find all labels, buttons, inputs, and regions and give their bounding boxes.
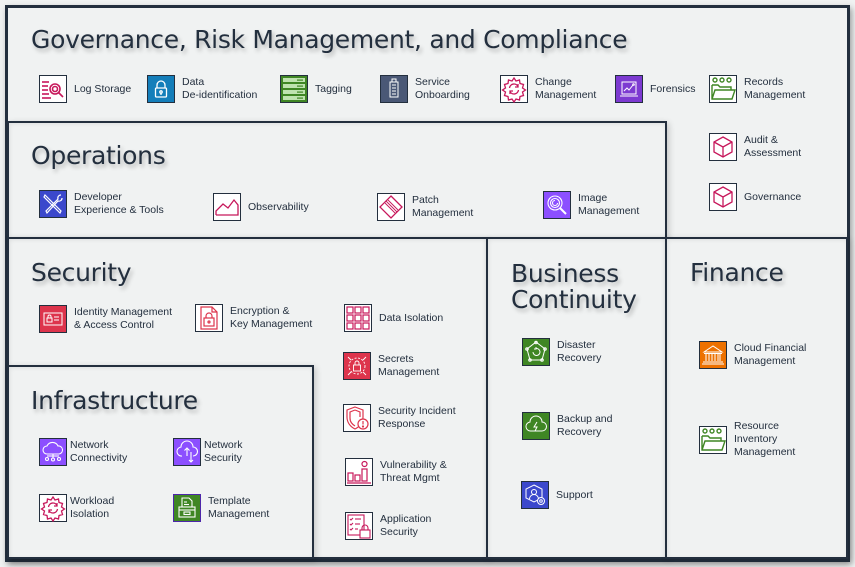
cloud-bolt-icon bbox=[522, 412, 550, 440]
governance-item-governance[interactable]: Governance bbox=[709, 183, 801, 211]
governance-item-service-onboarding[interactable]: Service Onboarding bbox=[380, 75, 470, 103]
infrastructure-item-network-security[interactable]: Network Security bbox=[173, 438, 243, 466]
item-label: Forensics bbox=[650, 82, 696, 95]
shield-alert-icon bbox=[343, 404, 371, 432]
item-label: Security Incident Response bbox=[378, 405, 456, 430]
patch-icon bbox=[377, 193, 405, 221]
infrastructure-item-workload-isolation[interactable]: Workload Isolation bbox=[39, 494, 114, 522]
infrastructure-title: Infrastructure bbox=[31, 386, 198, 415]
cloud-network-icon bbox=[39, 438, 67, 466]
item-label: Patch Management bbox=[412, 194, 474, 219]
id-card-icon bbox=[39, 305, 67, 333]
operations-item-image-management[interactable]: Image Management bbox=[543, 191, 639, 219]
folder-icon bbox=[699, 425, 727, 454]
grid-icon bbox=[344, 304, 372, 332]
item-label: Network Connectivity bbox=[70, 439, 128, 464]
lock-icon bbox=[147, 75, 175, 103]
item-label: Audit & Assessment bbox=[744, 134, 802, 159]
secrets-lock-icon bbox=[343, 352, 371, 380]
business-continuity-title: Business Continuity bbox=[511, 259, 637, 315]
item-label: Identity Management & Access Control bbox=[74, 306, 173, 331]
business-continuity-item-support[interactable]: Support bbox=[521, 481, 593, 509]
operations-item-patch-management[interactable]: Patch Management bbox=[377, 193, 473, 221]
governance-item-change-management[interactable]: Change Management bbox=[500, 75, 596, 103]
item-label: Developer Experience & Tools bbox=[74, 191, 164, 216]
governance-item-data-de-identification[interactable]: Data De-identification bbox=[147, 75, 257, 103]
cube-icon bbox=[709, 183, 737, 211]
security-item-security-incident-response[interactable]: Security Incident Response bbox=[343, 404, 456, 432]
folder-icon bbox=[709, 75, 737, 103]
item-label: Records Management bbox=[744, 76, 806, 101]
tools-icon bbox=[39, 190, 67, 218]
item-label: Service Onboarding bbox=[415, 76, 470, 101]
bank-icon bbox=[699, 341, 727, 369]
log-storage-icon bbox=[39, 75, 67, 103]
item-label: Support bbox=[556, 488, 593, 501]
governance-item-log-storage[interactable]: Log Storage bbox=[39, 75, 131, 103]
line-chart-icon bbox=[213, 193, 241, 221]
item-label: Image Management bbox=[578, 192, 640, 217]
governance-item-audit-assessment[interactable]: Audit & Assessment bbox=[709, 133, 801, 161]
item-label: Change Management bbox=[535, 76, 597, 101]
item-label: Vulnerability & Threat Mgmt bbox=[380, 459, 447, 484]
security-item-secrets-management[interactable]: Secrets Management bbox=[343, 352, 439, 380]
item-label: Workload Isolation bbox=[70, 495, 115, 520]
item-label: Template Management bbox=[208, 495, 270, 520]
item-label: Data Isolation bbox=[379, 311, 444, 324]
gear-refresh-icon bbox=[39, 494, 67, 522]
bar-chart-icon bbox=[345, 458, 373, 486]
item-label: Disaster Recovery bbox=[557, 339, 602, 364]
gear-refresh-icon bbox=[500, 75, 528, 103]
item-label: Data De-identification bbox=[182, 76, 258, 101]
governance-item-forensics[interactable]: Forensics bbox=[615, 75, 696, 103]
item-label: Observability bbox=[248, 200, 309, 213]
recovery-icon bbox=[522, 338, 550, 366]
operations-title: Operations bbox=[31, 141, 166, 170]
operations-item-developer-experience[interactable]: Developer Experience & Tools bbox=[39, 190, 164, 218]
item-label: Application Security bbox=[380, 513, 432, 538]
item-label: Cloud Financial Management bbox=[734, 342, 807, 367]
item-label: Network Security bbox=[204, 439, 243, 464]
governance-item-records-management[interactable]: Records Management bbox=[709, 75, 805, 103]
security-item-encryption[interactable]: Encryption & Key Management bbox=[195, 304, 312, 332]
operations-section bbox=[7, 121, 667, 239]
item-label: Backup and Recovery bbox=[557, 413, 613, 438]
checklist-lock-icon bbox=[345, 512, 373, 540]
business-continuity-item-backup-recovery[interactable]: Backup and Recovery bbox=[522, 412, 612, 440]
item-label: Governance bbox=[744, 190, 802, 203]
security-title: Security bbox=[31, 258, 132, 287]
security-item-data-isolation[interactable]: Data Isolation bbox=[344, 304, 443, 332]
infrastructure-item-template-management[interactable]: Template Management bbox=[173, 494, 269, 522]
item-label: Log Storage bbox=[74, 82, 132, 95]
governance-title: Governance, Risk Management, and Complia… bbox=[31, 25, 628, 54]
finance-item-cloud-financial-management[interactable]: Cloud Financial Management bbox=[699, 341, 806, 369]
encrypted-file-icon bbox=[195, 304, 223, 332]
item-label: Resource Inventory Management bbox=[734, 420, 796, 458]
operations-item-observability[interactable]: Observability bbox=[213, 193, 309, 221]
business-continuity-item-disaster-recovery[interactable]: Disaster Recovery bbox=[522, 338, 601, 366]
tagging-icon bbox=[280, 75, 308, 103]
governance-item-tagging[interactable]: Tagging bbox=[280, 75, 352, 103]
cloud-upload-icon bbox=[173, 438, 201, 466]
finance-title: Finance bbox=[690, 258, 784, 287]
item-label: Tagging bbox=[315, 82, 352, 95]
chart-monitor-icon bbox=[615, 75, 643, 103]
security-item-vulnerability-threat[interactable]: Vulnerability & Threat Mgmt bbox=[345, 458, 447, 486]
finance-item-resource-inventory-management[interactable]: Resource Inventory Management bbox=[699, 420, 795, 459]
cube-icon bbox=[709, 133, 737, 161]
item-label: Encryption & Key Management bbox=[230, 305, 313, 330]
item-label: Secrets Management bbox=[378, 353, 440, 378]
support-icon bbox=[521, 481, 549, 509]
security-item-application-security[interactable]: Application Security bbox=[345, 512, 431, 540]
security-item-identity-management[interactable]: Identity Management & Access Control bbox=[39, 305, 172, 333]
magnifier-icon bbox=[543, 191, 571, 219]
building-icon bbox=[380, 75, 408, 103]
infrastructure-item-network-connectivity[interactable]: Network Connectivity bbox=[39, 438, 127, 466]
template-icon bbox=[173, 494, 201, 522]
